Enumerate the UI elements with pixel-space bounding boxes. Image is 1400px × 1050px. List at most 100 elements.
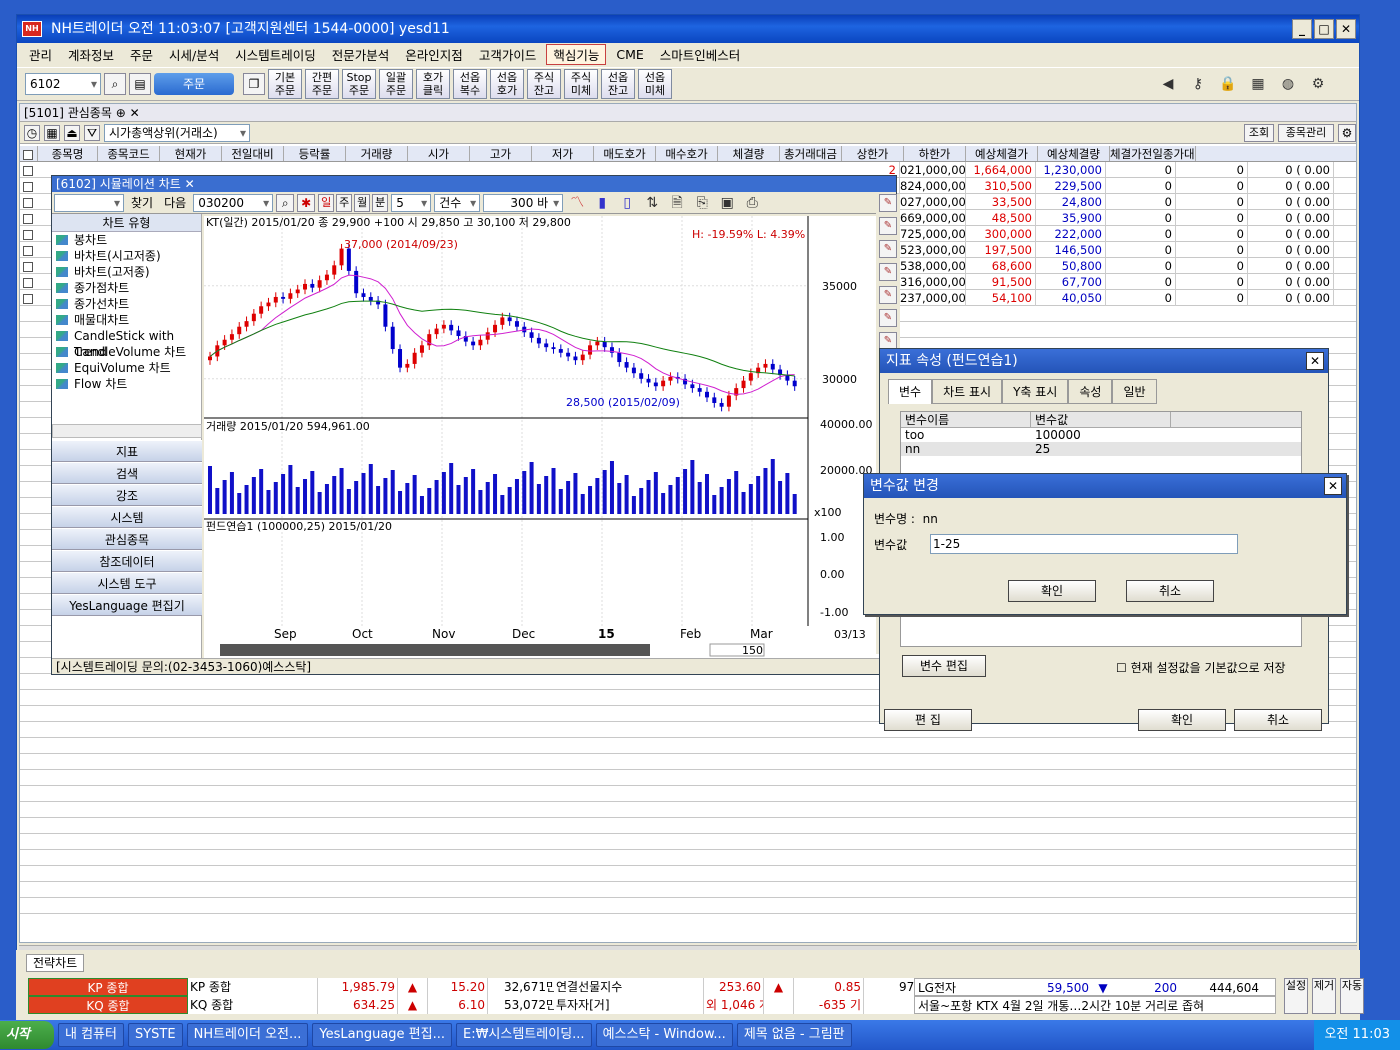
query-button[interactable]: 조회 (1244, 123, 1274, 142)
filter-icon[interactable]: ⛛ (84, 124, 100, 141)
start-button[interactable]: 시작 (0, 1021, 54, 1049)
chart-type-item[interactable]: Flow 차트 (52, 376, 201, 392)
drawing-tool-icon[interactable]: ✎ (879, 286, 897, 304)
menu-item[interactable]: 온라인지점 (399, 45, 469, 64)
volume-icon[interactable]: ▯ (616, 192, 638, 214)
edit-variable-button[interactable]: 변수 편집 (902, 655, 986, 677)
bars-icon[interactable]: ▮ (591, 192, 613, 214)
column-header[interactable]: 거래량 (346, 146, 408, 161)
column-header[interactable]: 고가 (470, 146, 532, 161)
up-icon[interactable]: ⏏ (64, 124, 80, 141)
chart-type-item[interactable]: 바차트(고저종) (52, 264, 201, 280)
menu-item[interactable]: 주문 (124, 45, 159, 64)
order-dropdown[interactable]: 주문 (154, 73, 234, 95)
value-ok-button[interactable]: 확인 (1008, 580, 1096, 602)
back-icon[interactable]: ◀ (1157, 73, 1179, 95)
column-header[interactable]: 종목명 (38, 146, 98, 161)
key-icon[interactable]: ⚷ (1187, 73, 1209, 95)
value-close-button[interactable]: ✕ (1324, 477, 1342, 495)
updown-icon[interactable]: ⇅ (641, 192, 663, 214)
next-button[interactable]: 다음 (160, 194, 190, 211)
clock-icon[interactable]: ◷ (24, 124, 40, 141)
row-checkbox[interactable] (23, 294, 33, 304)
taskbar-item[interactable]: SYSTE (127, 1023, 183, 1047)
close-button[interactable]: ✕ (1336, 19, 1356, 39)
toolbar-button[interactable]: 기본 주문 (268, 69, 302, 99)
column-header[interactable]: 종목코드 (98, 146, 160, 161)
column-header[interactable]: 전일대비 (222, 146, 284, 161)
news-ticker[interactable]: 서울~포항 KTX 4월 2일 개통…2시간 10분 거리로 좁혀 (914, 996, 1276, 1014)
taskbar-item[interactable]: 예스스탁 - Window... (595, 1023, 733, 1047)
variable-row[interactable]: nn 25 (901, 442, 1301, 456)
toolbar-button[interactable]: 간편 주문 (305, 69, 339, 99)
toolbar-button[interactable]: 선옵 잔고 (601, 69, 635, 99)
globe-icon[interactable]: ◍ (1277, 73, 1299, 95)
maximize-button[interactable]: □ (1314, 19, 1334, 39)
drawing-tool-icon[interactable]: ✎ (879, 309, 897, 327)
nav-button[interactable]: 시스템 도구 (52, 572, 202, 594)
menu-item[interactable]: 핵심기능 (546, 43, 607, 65)
chart-type-item[interactable]: CandleStick with Trend (52, 328, 201, 359)
ticker-row[interactable]: KQ 종합 KQ 종합 634.25 ▲ 6.10 53,072만 (28, 996, 560, 1014)
menu-item[interactable]: CME (610, 47, 649, 62)
drawing-tool-icon[interactable]: ✎ (879, 240, 897, 258)
dialog-tab[interactable]: Y축 표시 (1002, 379, 1069, 404)
variable-row[interactable]: too 100000 (901, 428, 1301, 442)
dialog-tab[interactable]: 차트 표시 (932, 379, 1003, 404)
row-checkbox[interactable] (23, 246, 33, 256)
search-icon[interactable]: ⌕ (276, 193, 295, 212)
nav-button[interactable]: YesLanguage 편집기 (52, 594, 202, 616)
taskbar-item[interactable]: YesLanguage 편집... (312, 1023, 452, 1047)
table-row[interactable]: 10538,000,00068,60050,800000 ( 0.00 (886, 258, 1334, 274)
toolbar-button[interactable]: 선옵 호가 (490, 69, 524, 99)
row-checkbox[interactable] (23, 150, 33, 160)
column-header[interactable]: 하한가 (904, 146, 966, 161)
period-button[interactable]: 일 (318, 193, 335, 212)
ticker-row[interactable]: 연결선물지수253.60▲0.8597,254 (554, 978, 944, 996)
period-count[interactable]: 5 (391, 193, 432, 212)
value-cancel-button[interactable]: 취소 (1126, 580, 1214, 602)
row-checkbox[interactable] (23, 214, 33, 224)
dialog-tab[interactable]: 속성 (1068, 379, 1113, 404)
find-button[interactable]: 찾기 (127, 194, 157, 211)
drawing-tool-icon[interactable]: ✎ (879, 194, 897, 212)
menu-item[interactable]: 고객가이드 (473, 45, 543, 64)
menu-item[interactable]: 계좌정보 (62, 45, 120, 64)
menu-item[interactable]: 관리 (23, 45, 58, 64)
column-header[interactable]: 매도호가 (594, 146, 656, 161)
row-checkbox[interactable] (23, 230, 33, 240)
group-select[interactable]: 시가총액상위(거래소) (104, 123, 250, 142)
chart-type-item[interactable]: 종가점차트 (52, 280, 201, 296)
nav-button[interactable]: 관심종목 (52, 528, 202, 550)
line-tool-icon[interactable]: 〽 (566, 192, 588, 214)
strategy-chart-tab[interactable]: 전략차트 (26, 954, 85, 972)
nav-button[interactable]: 강조 (52, 484, 202, 506)
manage-items-button[interactable]: 종목관리 (1278, 123, 1334, 142)
horizontal-scrollbar[interactable] (52, 424, 202, 438)
row-checkbox[interactable] (23, 198, 33, 208)
var-value-input[interactable]: 1-25 (930, 534, 1238, 554)
table-row[interactable]: 2 021,000,000 1,664,000 1,230,000 0 0 0 ( 0.00 (886, 162, 1334, 178)
ticker-label[interactable]: KP 종합 (28, 978, 188, 996)
dialog-tab[interactable]: 일반 (1112, 379, 1157, 404)
chart-type-item[interactable]: EquiVolume 차트 (52, 360, 201, 376)
side-button[interactable]: 제거 (1312, 978, 1336, 1014)
table-row[interactable]: 20669,000,00048,50035,900000 ( 0.00 (886, 210, 1334, 226)
chart-type-item[interactable]: 종가선차트 (52, 296, 201, 312)
table-row[interactable]: 5237,000,00054,10040,050000 ( 0.00 (886, 290, 1334, 306)
print-icon[interactable]: ⎙ (741, 192, 763, 214)
period-button[interactable]: 분 (372, 193, 389, 212)
save-icon[interactable]: ▤ (129, 73, 151, 95)
lock-icon[interactable]: 🔒 (1217, 73, 1239, 95)
calculator-icon[interactable]: ▦ (1247, 73, 1269, 95)
indicator-edit-button[interactable]: 편 집 (884, 709, 972, 731)
stock-code-combo[interactable]: 030200 (193, 193, 274, 212)
windows-icon[interactable]: ❐ (243, 73, 265, 95)
price-chart[interactable]: KT(일간) 2015/01/20 종 29,900 +100 시 29,850… (204, 215, 896, 674)
chart-type-item[interactable]: 바차트(시고저종) (52, 248, 201, 264)
side-button[interactable]: 설정 (1284, 978, 1308, 1014)
bar-count[interactable]: 300 바 (483, 193, 564, 212)
taskbar-item[interactable]: E:₩시스템트레이딩... (455, 1023, 592, 1047)
ticker-label[interactable]: KQ 종합 (28, 996, 188, 1014)
column-header[interactable]: 등락률 (284, 146, 346, 161)
